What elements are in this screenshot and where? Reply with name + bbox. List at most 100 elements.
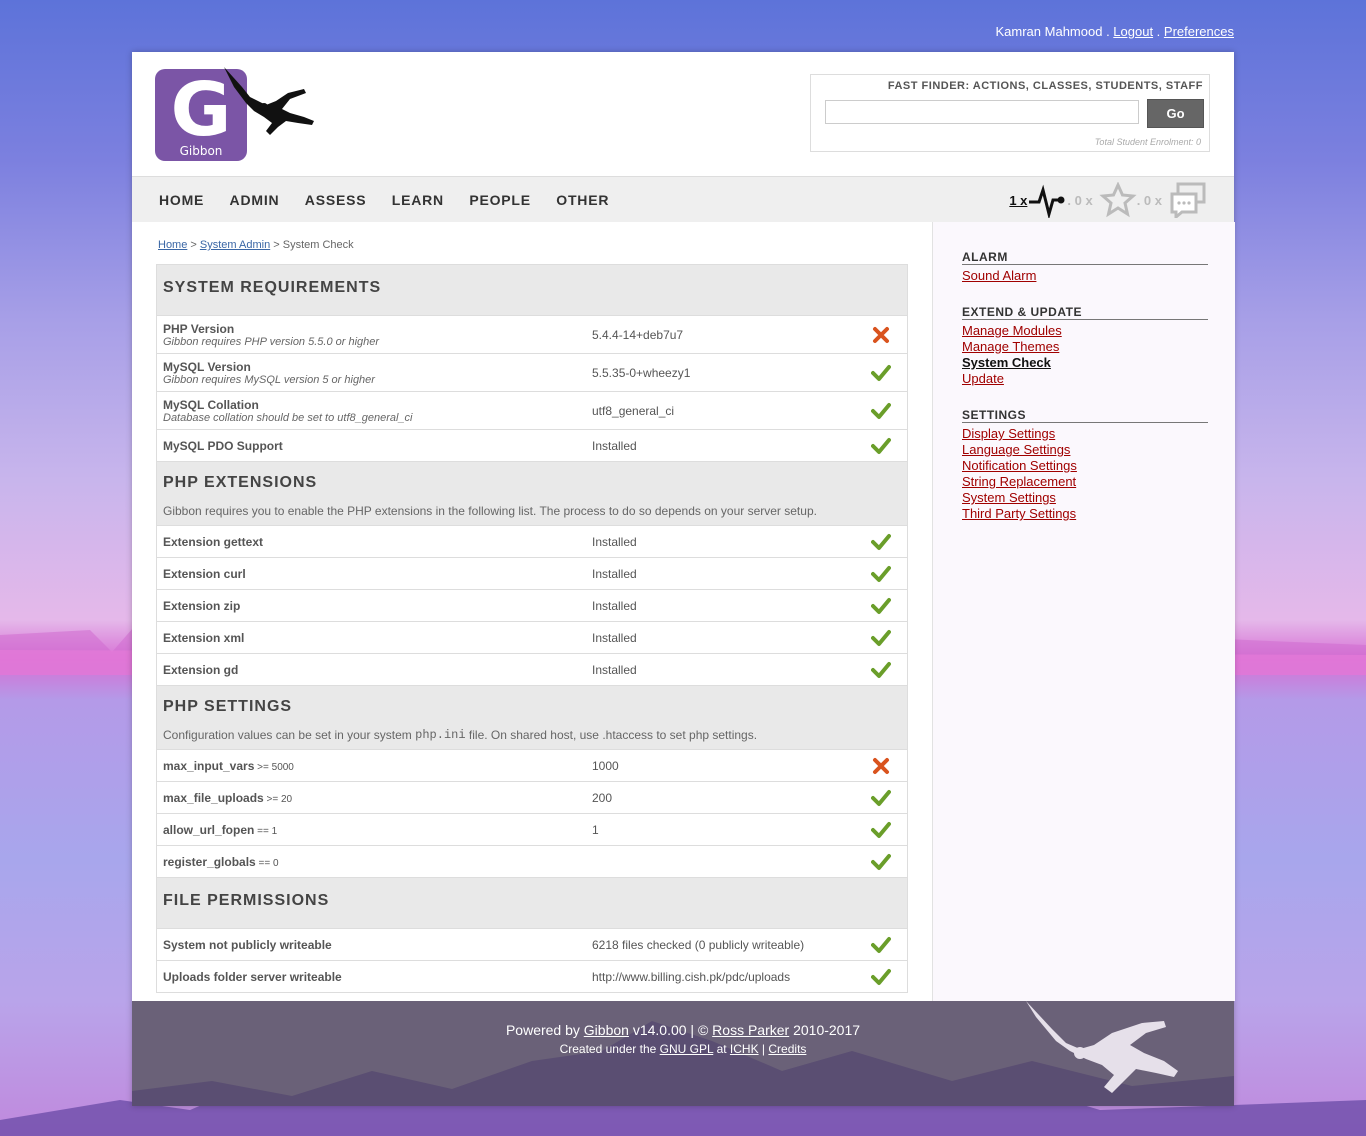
nav-learn[interactable]: LEARN [392,192,444,208]
checkmark-icon [871,788,891,808]
sidebar-item-update[interactable]: Update [962,371,1208,387]
table-row: MySQL PDO Support Installed [157,430,907,462]
row-value: 5.5.35-0+wheezy1 [592,366,691,380]
row-note: Database collation should be set to utf8… [163,412,413,424]
gibbon-logo[interactable]: G Gibbon [154,67,324,167]
checkmark-icon [871,967,891,987]
nav-other[interactable]: OTHER [556,192,609,208]
sidebar-heading-alarm: ALARM [962,250,1208,265]
row-label: PHP Version [163,322,235,336]
table-row: Extension gd Installed [157,654,907,686]
row-label: Extension curl [163,567,246,581]
main-container: G Gibbon FAST FINDER: ACTIONS, CLASSES, … [132,52,1235,1106]
sidebar-item-third-party-settings[interactable]: Third Party Settings [962,506,1208,522]
heartbeat-icon[interactable] [1027,182,1067,218]
section-title-php-extensions: PHP EXTENSIONS [157,462,907,496]
table-row: register_globals == 0 [157,846,907,878]
cross-icon [871,325,891,345]
table-row: max_file_uploads >= 20 200 [157,782,907,814]
footer-org-link[interactable]: ICHK [730,1042,759,1056]
row-label: Uploads folder server writeable [163,970,342,984]
sidebar-item-manage-themes[interactable]: Manage Themes [962,339,1208,355]
sidebar-item-sound-alarm[interactable]: Sound Alarm [962,268,1208,284]
row-label: Extension zip [163,599,241,613]
go-button[interactable]: Go [1147,99,1204,128]
sidebar-item-string-replacement[interactable]: String Replacement [962,474,1208,490]
row-value: Installed [592,663,637,677]
checkmark-icon [871,935,891,955]
table-row: MySQL Version Gibbon requires MySQL vers… [157,354,907,392]
table-row: PHP Version Gibbon requires PHP version … [157,316,907,354]
checkmark-icon [871,401,891,421]
sidebar-item-language-settings[interactable]: Language Settings [962,442,1208,458]
sidebar-item-display-settings[interactable]: Display Settings [962,426,1208,442]
row-value: 5.4.4-14+deb7u7 [592,328,684,342]
row-label: max_input_vars >= 5000 [163,759,294,773]
breadcrumb-current: System Check [282,239,354,251]
row-label: System not publicly writeable [163,938,332,952]
nav-people[interactable]: PEOPLE [469,192,531,208]
sidebar-item-manage-modules[interactable]: Manage Modules [962,323,1208,339]
checkmark-icon [871,532,891,552]
table-row: allow_url_fopen == 1 1 [157,814,907,846]
footer-license-link[interactable]: GNU GPL [660,1042,714,1056]
user-menu: Kamran Mahmood . Logout . Preferences [995,24,1235,39]
star-icon[interactable] [1099,182,1137,218]
notification-tray: 1 x . 0 x . 0 x [1009,182,1208,218]
fast-finder-title: FAST FINDER: ACTIONS, CLASSES, STUDENTS,… [887,80,1203,92]
row-label: allow_url_fopen == 1 [163,823,278,837]
nav-admin[interactable]: ADMIN [230,192,280,208]
sidebar-item-notification-settings[interactable]: Notification Settings [962,458,1208,474]
row-label: MySQL Version [163,360,251,374]
nav-home[interactable]: HOME [159,192,204,208]
sidebar-heading-settings: SETTINGS [962,408,1208,423]
row-value: Installed [592,599,637,613]
footer-gibbon-link[interactable]: Gibbon [584,1022,629,1038]
logo-text: Gibbon [180,144,223,158]
checkmark-icon [871,660,891,680]
row-value: 200 [592,791,613,805]
svg-text:G: G [171,67,232,153]
row-label: Extension gettext [163,535,264,549]
table-row: MySQL Collation Database collation shoul… [157,392,907,430]
row-label: MySQL Collation [163,398,259,412]
table-row: Extension zip Installed [157,590,907,622]
table-row: Uploads folder server writeable http://w… [157,961,907,992]
sidebar-item-system-settings[interactable]: System Settings [962,490,1208,506]
row-value: 6218 files checked (0 publicly writeable… [592,938,805,952]
row-value: Installed [592,439,637,453]
table-row: Extension gettext Installed [157,526,907,558]
row-note: Gibbon requires MySQL version 5 or highe… [163,374,375,386]
header: G Gibbon FAST FINDER: ACTIONS, CLASSES, … [132,52,1234,176]
row-label: Extension gd [163,663,239,677]
row-value: 1000 [592,759,619,773]
alarm-count[interactable]: 1 x [1009,193,1027,208]
fast-finder-input[interactable] [825,100,1139,124]
row-label: max_file_uploads >= 20 [163,791,293,805]
row-value: Installed [592,631,637,645]
sidebar: ALARM Sound Alarm EXTEND & UPDATE Manage… [962,250,1208,522]
breadcrumb-home[interactable]: Home [158,239,187,251]
table-row: max_input_vars >= 5000 1000 [157,750,907,782]
footer-author-link[interactable]: Ross Parker [712,1022,789,1038]
logout-link[interactable]: Logout [1113,24,1153,39]
cross-icon [871,756,891,776]
preferences-link[interactable]: Preferences [1164,24,1234,39]
footer-credits-link[interactable]: Credits [768,1042,806,1056]
checkmark-icon [871,820,891,840]
breadcrumb: Home > System Admin > System Check [158,239,354,251]
message-wall-icon[interactable] [1168,182,1208,218]
nav-assess[interactable]: ASSESS [305,192,367,208]
row-note: Gibbon requires PHP version 5.5.0 or hig… [163,336,380,348]
messages-count[interactable]: . 0 x [1137,193,1162,208]
breadcrumb-system-admin[interactable]: System Admin [200,239,270,251]
footer-license: Created under the GNU GPL at ICHK | Cred… [559,1042,807,1056]
user-name: Kamran Mahmood [995,24,1103,39]
fast-finder: FAST FINDER: ACTIONS, CLASSES, STUDENTS,… [810,74,1210,152]
row-label: Extension xml [163,631,245,645]
likes-count[interactable]: . 0 x [1067,193,1092,208]
section-title-php-settings: PHP SETTINGS [157,686,907,720]
sidebar-item-system-check[interactable]: System Check [962,355,1208,371]
table-row: Extension xml Installed [157,622,907,654]
row-label: register_globals == 0 [163,855,279,869]
